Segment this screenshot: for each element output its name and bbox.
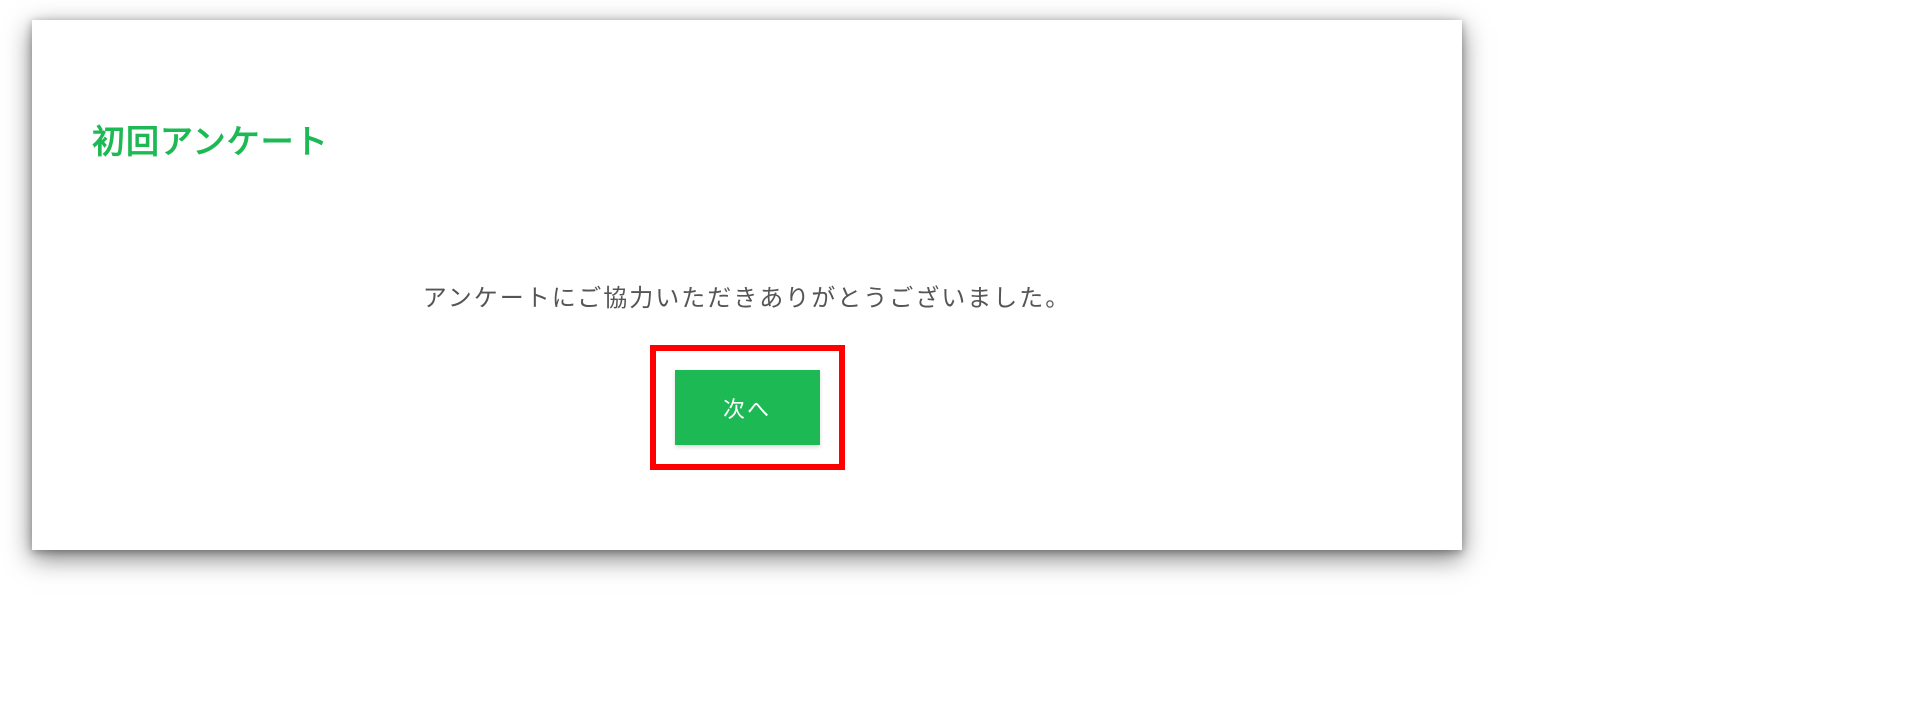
next-button[interactable]: 次へ [675, 370, 820, 445]
survey-card: 初回アンケート アンケートにご協力いただきありがとうございました。 次へ [32, 20, 1462, 550]
highlight-box: 次へ [650, 345, 845, 470]
survey-title: 初回アンケート [92, 115, 1402, 163]
thank-you-message: アンケートにご協力いただきありがとうございました。 [92, 278, 1402, 313]
